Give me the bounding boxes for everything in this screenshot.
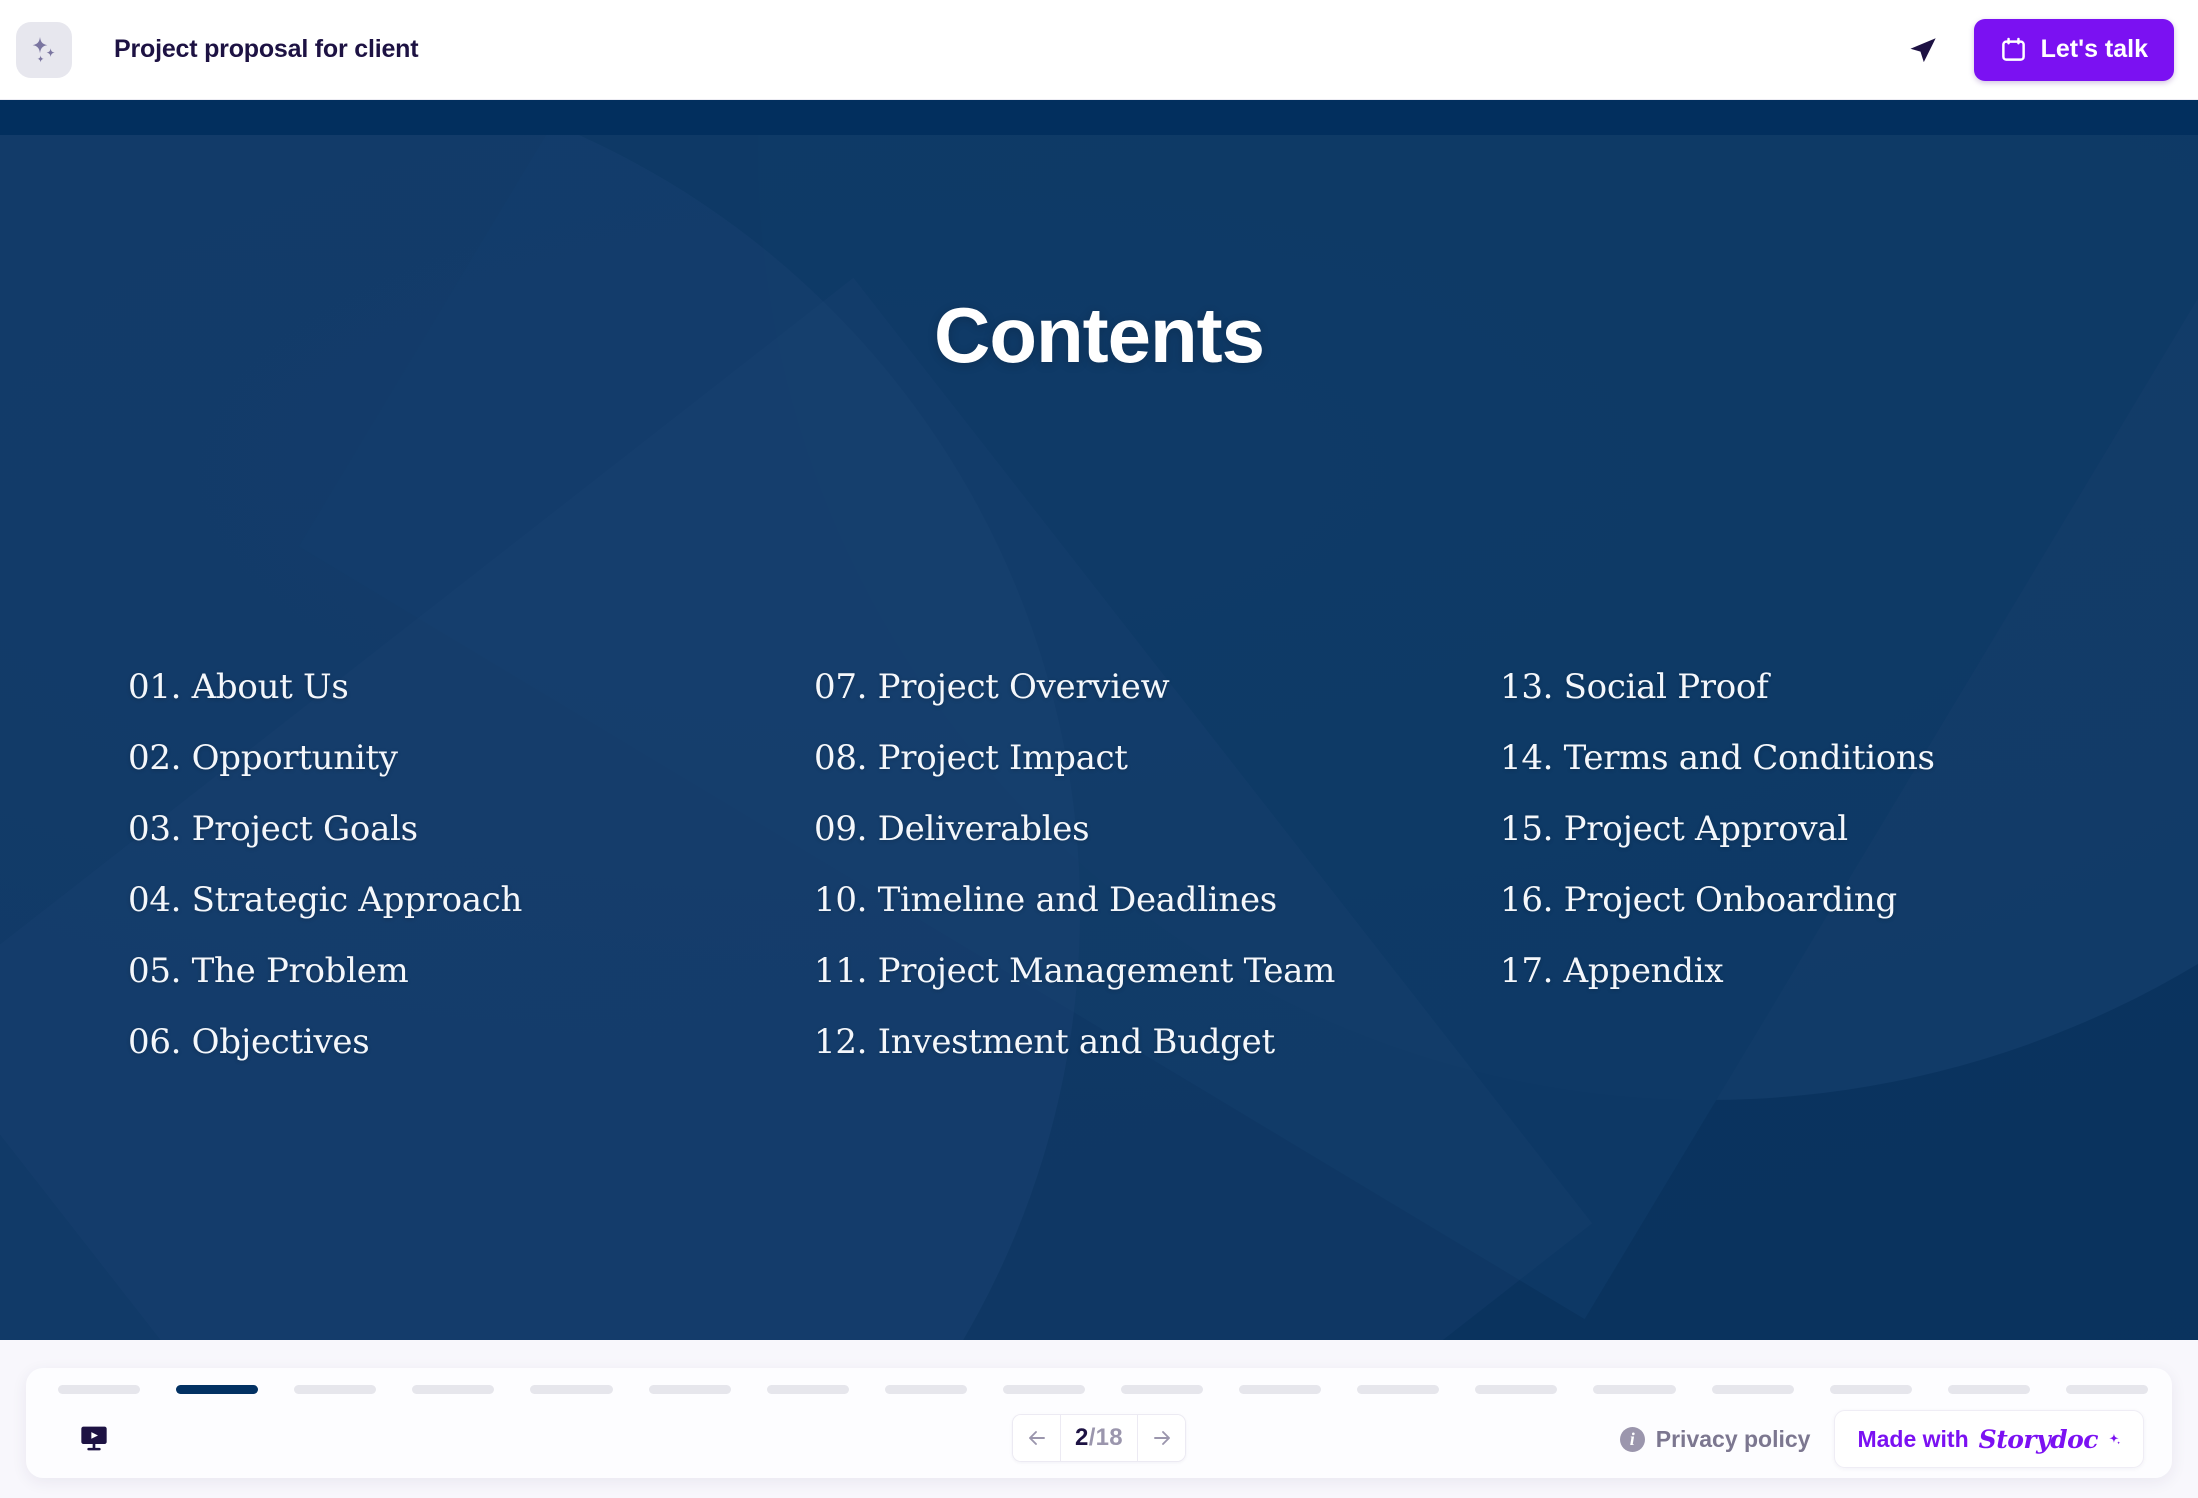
list-item[interactable]: 02. Opportunity bbox=[128, 741, 814, 775]
sparkle-icon[interactable] bbox=[16, 21, 72, 78]
progress-segment[interactable] bbox=[58, 1385, 141, 1394]
total-pages: 18 bbox=[1095, 1424, 1123, 1451]
storydoc-brand: Storydoc bbox=[1978, 1424, 2099, 1454]
lets-talk-button[interactable]: Let's talk bbox=[1973, 18, 2174, 81]
page-indicator: 2/18 bbox=[1061, 1415, 1137, 1461]
list-item[interactable]: 13. Social Proof bbox=[1500, 670, 2088, 704]
table-of-contents: 01. About Us 02. Opportunity 03. Project… bbox=[128, 670, 2088, 1059]
progress-segment[interactable] bbox=[176, 1385, 259, 1394]
arrow-left-icon[interactable] bbox=[1013, 1415, 1061, 1461]
list-item[interactable]: 06. Objectives bbox=[128, 1025, 814, 1059]
footer-right-actions: i Privacy policy Made with Storydoc bbox=[1619, 1410, 2144, 1468]
arrow-right-icon-glyph bbox=[1153, 1431, 1170, 1445]
page-title: Contents bbox=[934, 291, 1265, 379]
made-with-storydoc-badge[interactable]: Made with Storydoc bbox=[1834, 1410, 2144, 1468]
progress-segment[interactable] bbox=[1475, 1385, 1558, 1394]
progress-segment[interactable] bbox=[1711, 1385, 1794, 1394]
progress-segment[interactable] bbox=[412, 1385, 495, 1394]
made-with-label: Made with bbox=[1857, 1425, 1969, 1452]
slide-pagination: 2/18 bbox=[1012, 1414, 1186, 1462]
slide-content: Contents 01. About Us 02. Opportunity 03… bbox=[0, 100, 2198, 1340]
toc-column-1: 01. About Us 02. Opportunity 03. Project… bbox=[128, 670, 814, 1059]
progress-segment[interactable] bbox=[1829, 1385, 1912, 1394]
monitor-play-icon-glyph bbox=[81, 1426, 107, 1451]
privacy-policy-link[interactable]: i Privacy policy bbox=[1619, 1425, 1811, 1453]
list-item[interactable]: 08. Project Impact bbox=[814, 741, 1500, 775]
list-item[interactable]: 09. Deliverables bbox=[814, 812, 1500, 846]
toc-column-3: 13. Social Proof 14. Terms and Condition… bbox=[1500, 670, 2088, 1059]
send-icon-glyph bbox=[1910, 37, 1936, 62]
sparkle-small-icon bbox=[2109, 1433, 2121, 1444]
arrow-right-icon[interactable] bbox=[1137, 1415, 1185, 1461]
list-item[interactable]: 07. Project Overview bbox=[814, 670, 1500, 704]
privacy-policy-label: Privacy policy bbox=[1655, 1425, 1811, 1452]
progress-segment[interactable] bbox=[648, 1385, 731, 1394]
current-page: 2 bbox=[1075, 1424, 1089, 1451]
list-item[interactable]: 04. Strategic Approach bbox=[128, 883, 814, 917]
send-icon[interactable] bbox=[1900, 27, 1946, 73]
progress-segment[interactable] bbox=[1593, 1385, 1676, 1394]
list-item[interactable]: 03. Project Goals bbox=[128, 812, 814, 846]
progress-segment[interactable] bbox=[530, 1385, 613, 1394]
storydoc-viewer: Project proposal for client Let's talk C… bbox=[0, 0, 2198, 1498]
progress-segment[interactable] bbox=[1357, 1385, 1440, 1394]
progress-segment[interactable] bbox=[1947, 1385, 2030, 1394]
toc-column-2: 07. Project Overview 08. Project Impact … bbox=[814, 670, 1500, 1059]
progress-segment[interactable] bbox=[2065, 1385, 2148, 1394]
lets-talk-label: Let's talk bbox=[2040, 35, 2148, 63]
list-item[interactable]: 11. Project Management Team bbox=[814, 954, 1500, 988]
list-item[interactable]: 17. Appendix bbox=[1500, 954, 2088, 988]
progress-segment[interactable] bbox=[1239, 1385, 1322, 1394]
list-item[interactable]: 01. About Us bbox=[128, 670, 814, 704]
list-item[interactable]: 14. Terms and Conditions bbox=[1500, 741, 2088, 775]
progress-segment[interactable] bbox=[1120, 1385, 1204, 1394]
info-icon: i bbox=[1619, 1426, 1645, 1452]
slide-progress-bar[interactable] bbox=[58, 1385, 2148, 1394]
list-item[interactable]: 16. Project Onboarding bbox=[1500, 883, 2088, 917]
list-item[interactable]: 12. Investment and Budget bbox=[814, 1025, 1500, 1059]
app-header: Project proposal for client Let's talk bbox=[0, 0, 2198, 100]
viewer-footer: 2/18 i Privacy policy Made with Storydoc bbox=[0, 1340, 2198, 1498]
header-actions: Let's talk bbox=[1900, 18, 2174, 81]
list-item[interactable]: 10. Timeline and Deadlines bbox=[814, 883, 1500, 917]
footer-card: 2/18 i Privacy policy Made with Storydoc bbox=[26, 1368, 2172, 1478]
slide-canvas: Contents 01. About Us 02. Opportunity 03… bbox=[0, 100, 2198, 1340]
sparkle-icon-glyph bbox=[32, 36, 55, 62]
calendar-icon bbox=[2001, 37, 2025, 61]
page-separator: / bbox=[1088, 1424, 1096, 1451]
progress-segment[interactable] bbox=[766, 1385, 849, 1394]
document-title: Project proposal for client bbox=[114, 35, 419, 63]
progress-segment[interactable] bbox=[1002, 1385, 1085, 1394]
progress-segment[interactable] bbox=[884, 1385, 967, 1394]
list-item[interactable]: 05. The Problem bbox=[128, 954, 814, 988]
arrow-left-icon-glyph bbox=[1028, 1431, 1045, 1445]
list-item[interactable]: 15. Project Approval bbox=[1500, 812, 2088, 846]
monitor-play-icon[interactable] bbox=[72, 1416, 116, 1460]
progress-segment[interactable] bbox=[294, 1385, 377, 1394]
